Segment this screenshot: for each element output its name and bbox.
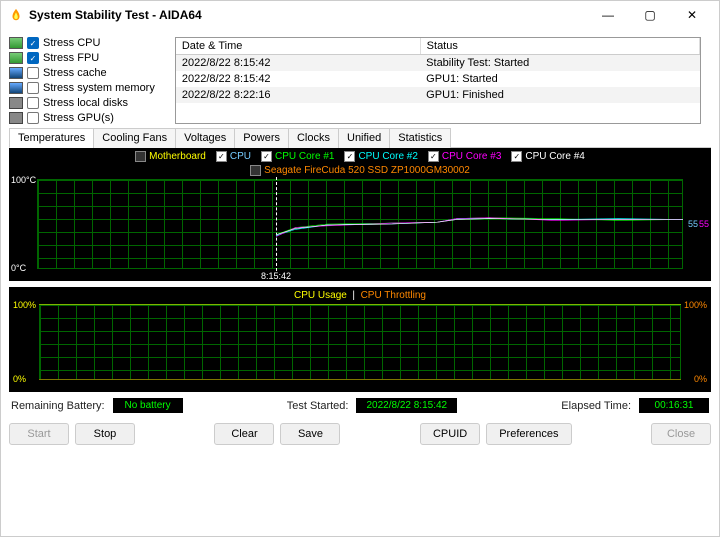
started-label: Test Started:: [287, 400, 349, 412]
stress-item-3: Stress system memory: [9, 82, 155, 94]
minimize-button[interactable]: —: [593, 8, 623, 22]
legend-item[interactable]: CPU Core #2: [344, 151, 417, 162]
stress-icon: [9, 97, 23, 109]
tab-statistics[interactable]: Statistics: [389, 128, 451, 148]
stress-label: Stress cache: [43, 67, 107, 79]
tab-temperatures[interactable]: Temperatures: [9, 128, 94, 148]
stress-icon: [9, 82, 23, 94]
legend-item[interactable]: CPU: [216, 151, 251, 162]
stress-label: Stress CPU: [43, 37, 100, 49]
window-title: System Stability Test - AIDA64: [29, 8, 593, 22]
preferences-button[interactable]: Preferences: [486, 423, 571, 445]
stress-item-4: Stress local disks: [9, 97, 155, 109]
legend-item[interactable]: Motherboard: [135, 151, 206, 162]
stress-label: Stress system memory: [43, 82, 155, 94]
stress-item-0: Stress CPU: [9, 37, 155, 49]
stress-checkbox[interactable]: [27, 97, 39, 109]
tab-clocks[interactable]: Clocks: [288, 128, 339, 148]
elapsed-label: Elapsed Time:: [561, 400, 631, 412]
stress-icon: [9, 112, 23, 124]
legend-checkbox[interactable]: [250, 165, 261, 176]
legend-checkbox[interactable]: [216, 151, 227, 162]
stress-checkbox[interactable]: [27, 67, 39, 79]
stress-checkbox[interactable]: [27, 37, 39, 49]
legend-label: CPU Core #4: [525, 151, 584, 162]
battery-label: Remaining Battery:: [11, 400, 105, 412]
log-row[interactable]: 2022/8/22 8:22:16GPU1: Finished: [176, 87, 700, 103]
stress-icon: [9, 37, 23, 49]
tabs: TemperaturesCooling FansVoltagesPowersCl…: [1, 128, 719, 148]
stress-icon: [9, 52, 23, 64]
close-window-button[interactable]: ✕: [677, 8, 707, 22]
legend-item[interactable]: CPU Core #3: [428, 151, 501, 162]
stress-item-2: Stress cache: [9, 67, 155, 79]
status-bar: Remaining Battery: No battery Test Start…: [1, 392, 719, 419]
legend-label: CPU Core #2: [358, 151, 417, 162]
legend-checkbox[interactable]: [511, 151, 522, 162]
log-header[interactable]: Status: [420, 38, 699, 55]
legend-checkbox[interactable]: [261, 151, 272, 162]
app-icon: [9, 8, 23, 22]
app-window: System Stability Test - AIDA64 — ▢ ✕ Str…: [0, 0, 720, 537]
tab-voltages[interactable]: Voltages: [175, 128, 235, 148]
throttling-label: CPU Throttling: [361, 290, 426, 301]
started-value: 2022/8/22 8:15:42: [356, 398, 457, 413]
tab-powers[interactable]: Powers: [234, 128, 289, 148]
usage-label: CPU Usage: [294, 290, 347, 301]
legend-label: Motherboard: [149, 151, 206, 162]
clear-button[interactable]: Clear: [214, 423, 274, 445]
legend-label: CPU Core #1: [275, 151, 334, 162]
stress-checkbox[interactable]: [27, 82, 39, 94]
stress-options: Stress CPU Stress FPU Stress cache Stres…: [9, 37, 155, 124]
legend-label: CPU Core #3: [442, 151, 501, 162]
start-button[interactable]: Start: [9, 423, 69, 445]
usage-chart: CPU Usage | CPU Throttling 100% 0% 100% …: [9, 287, 711, 392]
legend-checkbox[interactable]: [428, 151, 439, 162]
legend-item[interactable]: CPU Core #4: [511, 151, 584, 162]
button-bar: Start Stop Clear Save CPUID Preferences …: [1, 419, 719, 451]
elapsed-value: 00:16:31: [639, 398, 709, 413]
battery-value: No battery: [113, 398, 183, 413]
stop-button[interactable]: Stop: [75, 423, 135, 445]
log-row[interactable]: 2022/8/22 8:15:42GPU1: Started: [176, 71, 700, 87]
legend-checkbox[interactable]: [344, 151, 355, 162]
stress-checkbox[interactable]: [27, 52, 39, 64]
legend-item[interactable]: Seagate FireCuda 520 SSD ZP1000GM30002: [250, 165, 470, 176]
stress-checkbox[interactable]: [27, 112, 39, 124]
legend-label: CPU: [230, 151, 251, 162]
legend-checkbox[interactable]: [135, 151, 146, 162]
stress-item-1: Stress FPU: [9, 52, 155, 64]
cpuid-button[interactable]: CPUID: [420, 423, 480, 445]
log-row[interactable]: 2022/8/22 8:15:42Stability Test: Started: [176, 55, 700, 72]
tab-cooling-fans[interactable]: Cooling Fans: [93, 128, 176, 148]
titlebar: System Stability Test - AIDA64 — ▢ ✕: [1, 1, 719, 29]
stress-label: Stress local disks: [43, 97, 128, 109]
legend-label: Seagate FireCuda 520 SSD ZP1000GM30002: [264, 165, 470, 176]
save-button[interactable]: Save: [280, 423, 340, 445]
stress-icon: [9, 67, 23, 79]
legend-item[interactable]: CPU Core #1: [261, 151, 334, 162]
stress-label: Stress GPU(s): [43, 112, 114, 124]
log-header[interactable]: Date & Time: [176, 38, 420, 55]
event-log: Date & TimeStatus2022/8/22 8:15:42Stabil…: [175, 37, 701, 124]
stress-label: Stress FPU: [43, 52, 99, 64]
tab-unified[interactable]: Unified: [338, 128, 390, 148]
stress-item-5: Stress GPU(s): [9, 112, 155, 124]
close-button[interactable]: Close: [651, 423, 711, 445]
temperature-chart: Motherboard CPU CPU Core #1 CPU Core #2 CPU …: [9, 148, 711, 281]
maximize-button[interactable]: ▢: [635, 8, 665, 22]
